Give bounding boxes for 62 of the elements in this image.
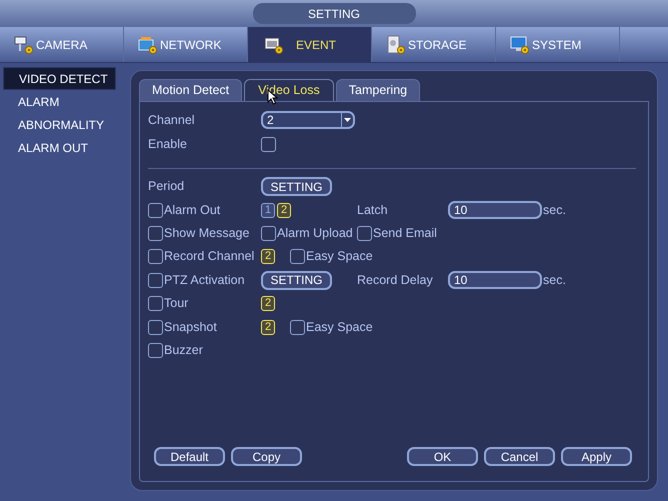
checkbox-label: Record Channel: [164, 248, 254, 266]
storage-gear-icon: [386, 34, 406, 54]
window-title: SETTING: [252, 3, 416, 24]
checkbox[interactable]: [148, 249, 163, 264]
dialog-button[interactable]: Default: [154, 447, 225, 466]
checkbox[interactable]: [148, 272, 163, 288]
dialog-button[interactable]: Apply: [561, 447, 632, 466]
channel-toggle[interactable]: 2: [261, 320, 275, 335]
checkbox[interactable]: [148, 202, 163, 218]
nav-tab[interactable]: CAMERA: [0, 27, 124, 62]
checkbox[interactable]: [148, 342, 163, 358]
channel-toggle[interactable]: 2: [261, 296, 275, 312]
dialog-button[interactable]: Copy: [231, 447, 302, 466]
channel-toggle[interactable]: 2: [277, 202, 291, 218]
event-gear-icon: [264, 34, 284, 54]
sidebar-item[interactable]: ALARM OUT: [3, 136, 116, 159]
system-gear-icon: [510, 34, 530, 54]
field-label: Enable: [148, 136, 187, 153]
field-label: Latch: [357, 202, 388, 219]
nav-tab[interactable]: EVENT: [248, 27, 372, 62]
dialog-button[interactable]: Cancel: [484, 447, 555, 466]
checkbox-label: Send Email: [373, 225, 437, 242]
channel-dropdown[interactable]: 2: [261, 111, 355, 129]
channel-toggle[interactable]: 2: [261, 249, 275, 264]
checkbox[interactable]: [261, 226, 276, 241]
field-label: Channel: [148, 112, 195, 129]
sub-tab[interactable]: Tampering: [336, 79, 420, 101]
input-field[interactable]: 10: [448, 271, 542, 290]
sidebar-item[interactable]: ALARM: [3, 90, 116, 113]
setting-button[interactable]: SETTING: [261, 177, 332, 196]
checkbox-label: Buzzer: [164, 342, 203, 360]
checkbox-label: PTZ Activation: [164, 272, 245, 289]
sub-tab[interactable]: Motion Detect: [139, 79, 242, 101]
checkbox-label: Easy Space: [306, 318, 373, 336]
input-field[interactable]: 10: [448, 201, 542, 220]
checkbox-label: Alarm Out: [164, 202, 220, 219]
camera-gear-icon: [14, 34, 34, 54]
checkbox[interactable]: [148, 296, 163, 312]
unit-label: sec.: [543, 272, 566, 289]
nav-tab[interactable]: STORAGE: [372, 27, 496, 62]
setting-button[interactable]: SETTING: [261, 270, 332, 290]
checkbox[interactable]: [148, 320, 163, 335]
checkbox[interactable]: [261, 136, 276, 152]
checkbox[interactable]: [290, 320, 305, 335]
dialog-button[interactable]: OK: [407, 447, 478, 466]
checkbox-label: Show Message: [164, 225, 250, 242]
sidebar-item[interactable]: VIDEO DETECT: [3, 67, 116, 90]
field-label: Period: [148, 178, 184, 196]
field-label: Record Delay: [357, 272, 433, 289]
checkbox-label: Tour: [164, 295, 188, 312]
checkbox[interactable]: [148, 226, 163, 241]
sidebar-item[interactable]: ABNORMALITY: [3, 113, 116, 136]
checkbox-label: Alarm Upload: [277, 225, 353, 242]
nav-tab[interactable]: SYSTEM: [496, 27, 620, 62]
checkbox-label: Easy Space: [306, 248, 373, 266]
checkbox[interactable]: [290, 249, 305, 264]
unit-label: sec.: [543, 202, 566, 219]
channel-toggle[interactable]: 1: [261, 202, 275, 218]
caret-icon: [344, 118, 351, 122]
network-gear-icon: [138, 34, 158, 54]
checkbox[interactable]: [357, 226, 372, 241]
checkbox-label: Snapshot: [164, 318, 217, 336]
